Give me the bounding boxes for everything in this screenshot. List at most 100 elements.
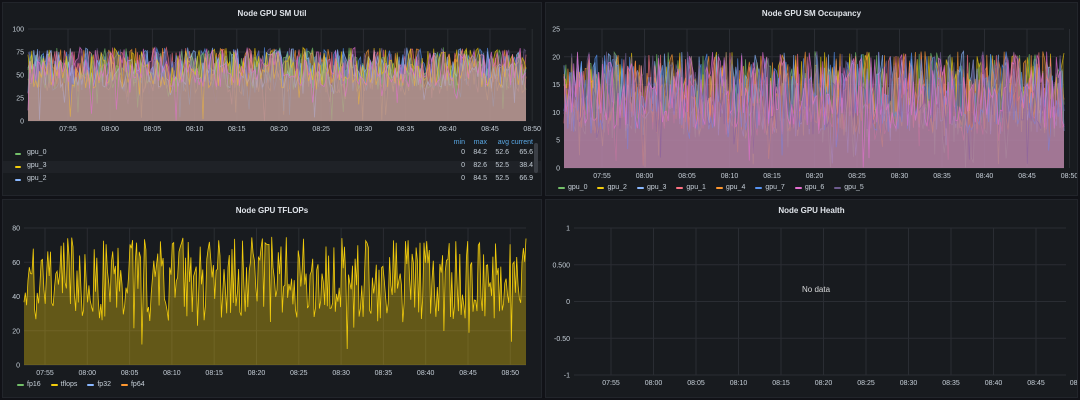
series-min: 0: [461, 149, 465, 156]
series-max: 82.6: [473, 162, 487, 169]
x-tick-label: 08:40: [976, 173, 994, 180]
series-current: 66.9: [519, 175, 533, 182]
x-tick-label: 08:50: [1070, 380, 1078, 387]
y-tick-label: 80: [12, 226, 20, 233]
x-tick-label: 08:50: [523, 126, 541, 133]
x-tick-label: 08:20: [815, 380, 833, 387]
gpu-health-chart: 1 0.500 0 -0.50 -1 07:55 08:00 08:05 08:10 08:15 0…: [552, 226, 1078, 388]
x-tick-label: 08:30: [900, 380, 918, 387]
x-tick-label: 08:40: [985, 380, 1003, 387]
series-current: 65.6: [519, 149, 533, 156]
legend-item-label: tflops: [60, 381, 78, 388]
legend-header-min[interactable]: min: [441, 139, 465, 146]
legend-row-gpu-3[interactable]: gpu_3 0 82.6 52.5 38.4: [3, 161, 541, 173]
legend-item-label: gpu_1: [686, 184, 706, 191]
legend-item-label: gpu_6: [804, 184, 825, 191]
series-min: 0: [461, 162, 465, 169]
x-tick-label: 08:45: [1018, 173, 1036, 180]
legend-item-fp16[interactable]: fp16: [17, 381, 41, 388]
legend-item-label: fp64: [130, 381, 145, 388]
x-tick-label: 08:15: [228, 126, 246, 133]
legend-item-label: fp16: [27, 381, 41, 388]
legend-row-gpu-0[interactable]: gpu_0 0 84.2 52.6 65.6: [3, 148, 541, 160]
x-tick-label: 08:00: [645, 380, 663, 387]
tflops-chart: 80 60 40 20 0 07:55 08:00 08:05 08:10 08:15 08:20 0…: [12, 226, 527, 377]
x-tick-label: 08:05: [144, 126, 162, 133]
series-swatch: [794, 186, 802, 189]
legend-item-gpu-1[interactable]: gpu_1: [676, 184, 706, 191]
x-tick-label: 08:10: [186, 126, 204, 133]
legend-item-label: gpu_7: [765, 184, 785, 191]
x-tick-label: 08:40: [417, 370, 435, 377]
legend: fp16 tflops fp32 fp64: [17, 381, 145, 388]
y-tick-label: 20: [552, 54, 560, 61]
series-swatch: [715, 186, 723, 189]
legend-row-gpu-2[interactable]: gpu_2 0 84.5 52.5 66.9: [3, 174, 541, 186]
legend: gpu_0 gpu_2 gpu_3 gpu_1 gpu_4 gpu_7 gpu_…: [558, 184, 864, 191]
legend-item-gpu-3[interactable]: gpu_3: [636, 184, 667, 191]
x-tick-label: 08:25: [290, 370, 308, 377]
y-tick-label: -1: [564, 373, 570, 380]
legend-item-label: gpu_0: [568, 184, 588, 191]
series-swatch: [597, 186, 605, 189]
panel-sm-util[interactable]: Node GPU SM Util 100 75 50 25 0 07:55 08:00 08:…: [2, 2, 542, 196]
x-tick-label: 08:30: [891, 173, 909, 180]
panel-sm-occupancy[interactable]: Node GPU SM Occupancy 25 20 15 10 5 0 07:55 08:…: [545, 2, 1078, 196]
legend-item-gpu-5[interactable]: gpu_5: [834, 184, 864, 191]
legend-item-label: gpu_3: [646, 184, 667, 191]
y-tick-label: -0.50: [554, 336, 570, 343]
x-tick-label: 08:35: [933, 173, 951, 180]
legend-item-fp32[interactable]: fp32: [87, 381, 111, 388]
x-tick-label: 08:45: [1027, 380, 1045, 387]
legend-item-tflops[interactable]: tflops: [50, 381, 78, 388]
x-tick-label: 08:45: [481, 126, 499, 133]
series-name: gpu_2: [27, 175, 47, 182]
y-tick-label: 20: [12, 328, 20, 335]
x-tick-label: 08:00: [79, 370, 97, 377]
x-tick-label: 07:55: [36, 370, 54, 377]
x-tick-label: 07:55: [593, 173, 611, 180]
y-tick-label: 25: [16, 96, 24, 103]
legend-header-max[interactable]: max: [463, 139, 487, 146]
series-swatch: [120, 383, 128, 386]
y-tick-label: 0.500: [552, 262, 570, 269]
series-swatch: [15, 166, 21, 168]
legend-scrollbar[interactable]: [534, 143, 538, 173]
y-tick-label: 100: [12, 27, 24, 34]
panel-gpu-health[interactable]: Node GPU Health 1 0.500 0 -0.50 -1 07:55 08:00…: [545, 199, 1078, 398]
legend-item-gpu-7[interactable]: gpu_7: [755, 184, 785, 191]
legend-item-gpu-0[interactable]: gpu_0: [558, 184, 587, 191]
x-tick-label: 08:05: [678, 173, 696, 180]
series-swatch: [15, 179, 21, 181]
legend-item-gpu-6[interactable]: gpu_6: [794, 184, 825, 191]
series-swatch: [87, 383, 95, 386]
series-name: gpu_0: [27, 149, 47, 156]
series-max: 84.2: [473, 149, 487, 156]
series-current: 38.4: [519, 162, 533, 169]
x-tick-label: 08:25: [848, 173, 866, 180]
legend-item-gpu-4[interactable]: gpu_4: [715, 184, 745, 191]
series-avg: 52.5: [495, 175, 509, 182]
y-tick-label: 0: [20, 119, 24, 126]
x-tick-label: 08:30: [332, 370, 350, 377]
x-tick-label: 08:50: [502, 370, 520, 377]
x-tick-label: 08:15: [763, 173, 781, 180]
legend-item-label: gpu_5: [844, 184, 864, 191]
x-tick-label: 08:05: [121, 370, 139, 377]
y-tick-label: 0: [566, 299, 570, 306]
x-tick-label: 08:10: [730, 380, 748, 387]
legend-header-avg[interactable]: avg: [485, 139, 509, 146]
y-tick-label: 50: [16, 73, 24, 80]
y-tick-label: 15: [552, 82, 560, 89]
legend-header-current[interactable]: current: [509, 139, 533, 146]
legend-item-gpu-2[interactable]: gpu_2: [597, 184, 627, 191]
x-tick-label: 08:10: [721, 173, 739, 180]
panel-tflops[interactable]: Node GPU TFLOPs 80 60 40 20 0 07:55 08:00 08:05…: [2, 199, 542, 398]
series-min: 0: [461, 175, 465, 182]
x-tick-label: 08:00: [101, 126, 119, 133]
legend-item-fp64[interactable]: fp64: [120, 381, 145, 388]
y-tick-label: 10: [552, 110, 560, 117]
y-tick-label: 75: [16, 50, 24, 57]
x-tick-label: 08:30: [355, 126, 373, 133]
y-tick-label: 1: [566, 226, 570, 233]
